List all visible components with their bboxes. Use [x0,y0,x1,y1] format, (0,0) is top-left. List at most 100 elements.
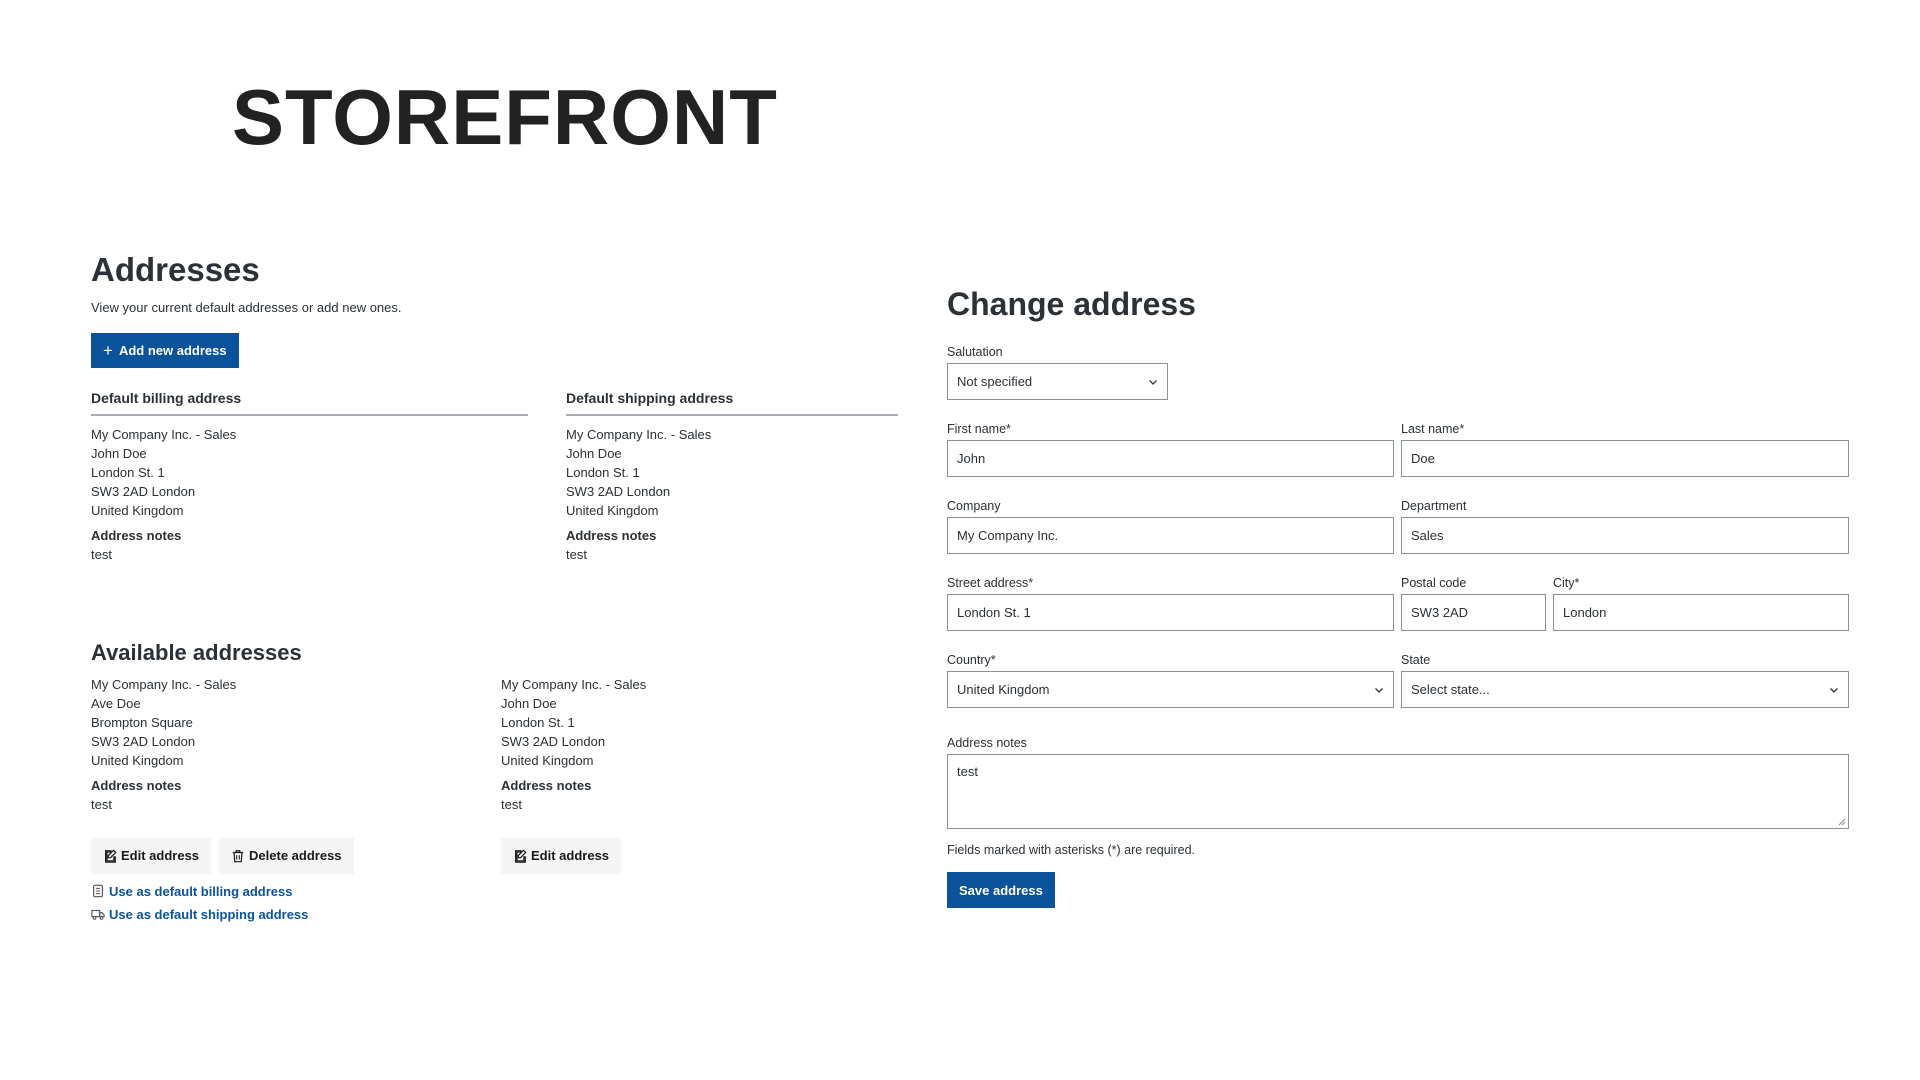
company-label: Company [947,499,1001,514]
address-notes-label: Address notes [566,527,657,543]
last-name-label: Last name* [1401,422,1465,437]
address-lines: My Company Inc. - Sales Ave Doe Brompton… [91,675,501,770]
default-shipping-title: Default shipping address [566,390,898,416]
address-line: John Doe [566,445,622,461]
default-shipping-address: Default shipping address My Company Inc.… [566,390,898,564]
plus-icon: + [103,340,113,360]
state-field: State Select state... [1401,653,1849,709]
department-label: Department [1401,499,1467,514]
address-line: London St. 1 [566,464,640,480]
change-address-form: Change address Salutation Not specified … [947,285,1849,909]
city-field: City* London [1553,576,1849,632]
address-line: London St. 1 [501,714,575,730]
address-line: SW3 2AD London [91,733,196,749]
address-notes-value: test [91,546,112,562]
address-line: SW3 2AD London [501,733,606,749]
delete-address-button[interactable]: Delete address [219,837,354,874]
address-notes-value: test [91,796,112,812]
edit-address-button[interactable]: Edit address [91,837,212,874]
address-line: My Company Inc. - Sales [91,426,237,442]
state-value: Select state... [1411,682,1490,698]
address-line: SW3 2AD London [91,483,196,499]
edit-address-button[interactable]: Edit address [501,837,622,874]
postal-code-label: Postal code [1401,576,1467,591]
country-field: Country* United Kingdom [947,653,1394,709]
address-line: My Company Inc. - Sales [91,676,237,692]
address-line: United Kingdom [501,752,594,768]
address-line: United Kingdom [91,752,184,768]
available-address-card: My Company Inc. - Sales John Doe London … [501,666,911,922]
country-select[interactable]: United Kingdom [947,671,1394,709]
state-label: State [1401,653,1431,668]
form-title: Change address [947,286,1196,322]
save-address-button[interactable]: Save address [947,872,1055,909]
document-icon [93,884,103,898]
addresses-section: Addresses View your current default addr… [91,250,911,922]
address-line: John Doe [91,445,147,461]
address-lines: My Company Inc. - Sales John Doe London … [91,425,528,520]
company-field: Company My Company Inc. [947,499,1394,555]
city-input[interactable]: London [1553,594,1849,632]
salutation-value: Not specified [957,374,1033,390]
address-lines: My Company Inc. - Sales John Doe London … [501,675,911,770]
delete-address-label: Delete address [249,848,342,864]
first-name-input[interactable]: John [947,440,1394,478]
address-line: United Kingdom [91,502,184,518]
postal-code-field: Postal code SW3 2AD [1401,576,1546,632]
chevron-down-icon [1375,687,1383,693]
address-notes-label: Address notes [91,777,182,793]
salutation-select[interactable]: Not specified [947,363,1168,401]
last-name-field: Last name* Doe [1401,422,1849,478]
edit-icon [105,849,117,863]
available-addresses-title: Available addresses [91,639,302,665]
first-name-label: First name* [947,422,1011,437]
use-as-default-billing-link[interactable]: Use as default billing address [91,884,501,899]
use-as-default-billing-label: Use as default billing address [109,883,293,899]
required-fields-note: Fields marked with asterisks (*) are req… [947,843,1195,858]
available-address-card: My Company Inc. - Sales Ave Doe Brompton… [91,666,501,922]
state-select[interactable]: Select state... [1401,671,1849,709]
chevron-down-icon [1149,379,1157,385]
street-address-field: Street address* London St. 1 [947,576,1394,632]
edit-address-label: Edit address [121,848,200,864]
country-value: United Kingdom [957,682,1050,698]
resize-handle-icon[interactable] [1838,818,1846,826]
address-line: Ave Doe [91,695,141,711]
edit-icon [515,849,527,863]
address-line: United Kingdom [566,502,659,518]
address-notes-textarea[interactable]: test [947,754,1849,830]
address-notes-value: test [566,546,587,562]
address-notes-label: Address notes [947,736,1027,751]
department-field: Department Sales [1401,499,1849,555]
street-address-input[interactable]: London St. 1 [947,594,1394,632]
default-billing-address: Default billing address My Company Inc. … [91,390,528,564]
use-as-default-shipping-link[interactable]: Use as default shipping address [91,907,501,922]
address-notes-field: Address notes test [947,736,1849,830]
last-name-input[interactable]: Doe [1401,440,1849,478]
address-lines: My Company Inc. - Sales John Doe London … [566,425,898,520]
address-line: My Company Inc. - Sales [501,676,647,692]
first-name-field: First name* John [947,422,1394,478]
address-notes-value: test [501,796,522,812]
default-billing-title: Default billing address [91,390,528,416]
use-as-default-shipping-label: Use as default shipping address [109,906,309,922]
add-new-address-button[interactable]: + Add new address [91,332,239,368]
address-notes-value: test [957,764,978,780]
address-line: London St. 1 [91,464,165,480]
address-line: Brompton Square [91,714,193,730]
address-line: John Doe [501,695,557,711]
address-line: My Company Inc. - Sales [566,426,712,442]
page-title: Addresses [91,251,260,288]
city-label: City* [1553,576,1580,591]
address-notes-label: Address notes [501,777,592,793]
company-input[interactable]: My Company Inc. [947,517,1394,555]
storefront-logo[interactable]: STOREFRONT [232,78,778,156]
department-input[interactable]: Sales [1401,517,1849,555]
edit-address-label: Edit address [531,848,610,864]
salutation-label: Salutation [947,345,1003,360]
page-subtitle: View your current default addresses or a… [91,299,402,315]
trash-icon [232,849,244,862]
address-line: SW3 2AD London [566,483,671,499]
chevron-down-icon [1830,687,1838,693]
postal-code-input[interactable]: SW3 2AD [1401,594,1546,632]
